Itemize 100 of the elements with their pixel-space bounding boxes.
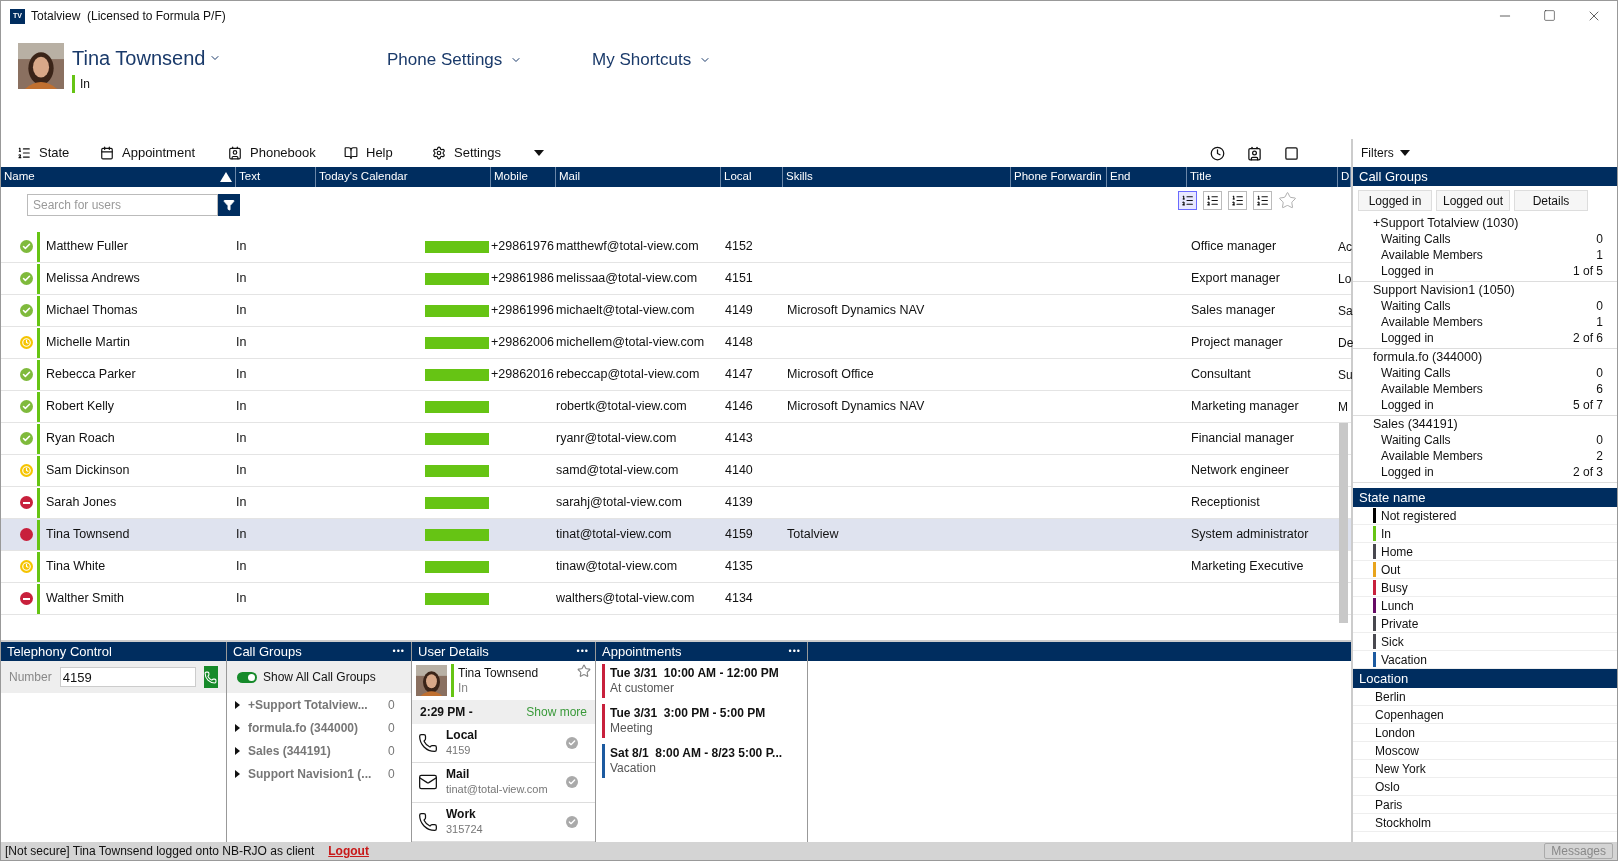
- panel-title: Location: [1359, 669, 1409, 688]
- column-header[interactable]: Skills: [783, 167, 1011, 187]
- search-field[interactable]: Search for users: [27, 194, 218, 216]
- column-header[interactable]: Text: [236, 167, 316, 187]
- logout-link[interactable]: Logout: [328, 842, 369, 860]
- contact-row[interactable]: Mail tinat@total-view.com: [412, 763, 595, 803]
- table-row[interactable]: Tina Townsend In tinat@total-view.com 4159 Totalview System administrator: [1, 519, 1351, 551]
- contact-row[interactable]: Local 4159: [412, 723, 595, 764]
- more-button[interactable]: •••: [392, 644, 405, 659]
- panel-title: State name: [1359, 488, 1426, 507]
- column-header[interactable]: Mobile: [491, 167, 556, 187]
- stat-value: 1 of 5: [1572, 263, 1603, 279]
- number-field[interactable]: 4159: [59, 667, 196, 687]
- toolbar-button[interactable]: Phonebook: [228, 143, 344, 163]
- table-cell-text: In: [236, 238, 248, 256]
- stat-value: 2: [1596, 448, 1603, 464]
- location-filter-item[interactable]: Copenhagen: [1353, 706, 1617, 724]
- location-filter-item[interactable]: London: [1353, 724, 1617, 742]
- appointment-text: At customer: [610, 681, 676, 696]
- header-menu[interactable]: Phone Settings: [387, 47, 592, 73]
- state-filter-item[interactable]: In: [1353, 525, 1617, 543]
- table-cell-text: Sales manager: [1190, 302, 1277, 320]
- table-cell-text: 4147: [724, 366, 754, 384]
- table-row[interactable]: Michael Thomas In +29861996 michaelt@total-view.com 4149 Microsoft Dynamics NAV Sales manager Sa: [1, 295, 1351, 327]
- column-header[interactable]: Today's Calendar: [316, 167, 491, 187]
- state-filter-item[interactable]: Out: [1353, 561, 1617, 579]
- column-header[interactable]: Local: [721, 167, 783, 187]
- user-name-menu[interactable]: Tina Townsend: [72, 43, 312, 73]
- table-cell-text: +29862006: [491, 334, 555, 352]
- call-group-item[interactable]: Support Navision1 (... 0: [227, 762, 411, 785]
- stat-value: 2 of 3: [1572, 464, 1603, 480]
- column-header[interactable]: Title: [1187, 167, 1338, 187]
- stat-label: Logged in: [1381, 397, 1434, 413]
- group-name: Support Navision1 (1050): [1372, 282, 1516, 298]
- column-header[interactable]: Mail: [556, 167, 721, 187]
- header-menu[interactable]: My Shortcuts: [592, 47, 712, 73]
- call-group-item[interactable]: +Support Totalview... 0: [227, 693, 411, 716]
- column-header[interactable]: Name: [1, 167, 236, 187]
- call-group-item[interactable]: formula.fo (344000) 0: [227, 716, 411, 739]
- column-header[interactable]: End: [1107, 167, 1187, 187]
- table-cell-text: 4151: [724, 270, 754, 288]
- filter-tab-button[interactable]: Logged out: [1436, 190, 1510, 211]
- toolbar-button[interactable]: Settings: [432, 143, 542, 163]
- stat-label: Available Members: [1381, 381, 1483, 397]
- table-cell-text: Rebecca Parker: [46, 366, 136, 384]
- table-cell-text: Microsoft Dynamics NAV: [786, 302, 926, 320]
- state-filter-item[interactable]: Lunch: [1353, 597, 1617, 615]
- appointment-time: Tue 3/31 3:00 PM - 5:00 PM: [610, 706, 766, 721]
- location-filter-item[interactable]: Moscow: [1353, 742, 1617, 760]
- state-filter-item[interactable]: Busy: [1353, 579, 1617, 597]
- more-button[interactable]: •••: [576, 644, 589, 659]
- location-filter-item[interactable]: Paris: [1353, 796, 1617, 814]
- table-cell-text: 4159: [724, 526, 754, 544]
- table-row[interactable]: Michelle Martin In +29862006 michellem@total-view.com 4148 Project manager De: [1, 327, 1351, 359]
- contact-value: 315724: [446, 821, 484, 837]
- location-filter-item[interactable]: Stockholm: [1353, 814, 1617, 832]
- toolbar-button[interactable]: Help: [344, 143, 432, 163]
- contact-label: Mail: [446, 767, 471, 783]
- table-cell-text: samd@total-view.com: [556, 462, 680, 480]
- stat-label: Available Members: [1381, 314, 1483, 330]
- state-filter-item[interactable]: Sick: [1353, 633, 1617, 651]
- table-row[interactable]: Robert Kelly In robertk@total-view.com 4146 Microsoft Dynamics NAV Marketing manager M: [1, 391, 1351, 423]
- stat-label: Waiting Calls: [1381, 298, 1451, 314]
- column-header[interactable]: Phone Forwardin: [1011, 167, 1107, 187]
- table-row[interactable]: Rebecca Parker In +29862016 rebeccap@total-view.com 4147 Microsoft Office Consultant Su: [1, 359, 1351, 391]
- group-name: +Support Totalview (1030): [1372, 215, 1520, 231]
- table-row[interactable]: Melissa Andrews In +29861986 melissaa@total-view.com 4151 Export manager Lo: [1, 263, 1351, 295]
- stat-label: Logged in: [1381, 330, 1434, 346]
- table-cell-text: Consultant: [1190, 366, 1252, 384]
- table-cell-text: In: [236, 558, 248, 576]
- table-cell-text: Receptionist: [1190, 494, 1261, 512]
- panel-title: Appointments: [602, 642, 682, 661]
- state-filter-item[interactable]: Home: [1353, 543, 1617, 561]
- table-cell-text: 4140: [724, 462, 754, 480]
- location-filter-item[interactable]: New York: [1353, 760, 1617, 778]
- table-cell-text: In: [236, 526, 248, 544]
- filter-tab-button[interactable]: Logged in: [1358, 190, 1432, 211]
- filters-menu[interactable]: Filters: [1361, 144, 1394, 162]
- table-cell-text: +29861976: [491, 238, 555, 256]
- more-button[interactable]: •••: [788, 644, 801, 659]
- column-header[interactable]: D: [1338, 167, 1351, 187]
- location-filter-item[interactable]: Berlin: [1353, 688, 1617, 706]
- stat-label: Available Members: [1381, 448, 1483, 464]
- toolbar-button[interactable]: State: [17, 143, 100, 163]
- toggle-label: Show All Call Groups: [263, 669, 376, 686]
- table-cell-text: Marketing Executive: [1190, 558, 1305, 576]
- appointment-time: Sat 8/1 8:00 AM - 8/23 5:00 P...: [610, 746, 783, 761]
- table-cell-text: 4152: [724, 238, 754, 256]
- table-cell-text: 4135: [724, 558, 754, 576]
- table-row[interactable]: Matthew Fuller In +29861976 matthewf@total-view.com 4152 Office manager Ac: [1, 231, 1351, 263]
- state-filter-item[interactable]: Private: [1353, 615, 1617, 633]
- state-filter-item[interactable]: Not registered: [1353, 507, 1617, 525]
- call-group-item[interactable]: Sales (344191) 0: [227, 739, 411, 762]
- table-cell-text: Sa: [1338, 302, 1352, 320]
- panel-title: User Details: [418, 642, 489, 661]
- toolbar-button[interactable]: Appointment: [100, 143, 228, 163]
- table-cell-text: Tina White: [46, 558, 106, 576]
- location-filter-item[interactable]: Oslo: [1353, 778, 1617, 796]
- table-cell-text: Lo: [1338, 270, 1352, 288]
- filter-tab-button[interactable]: Details: [1514, 190, 1588, 211]
